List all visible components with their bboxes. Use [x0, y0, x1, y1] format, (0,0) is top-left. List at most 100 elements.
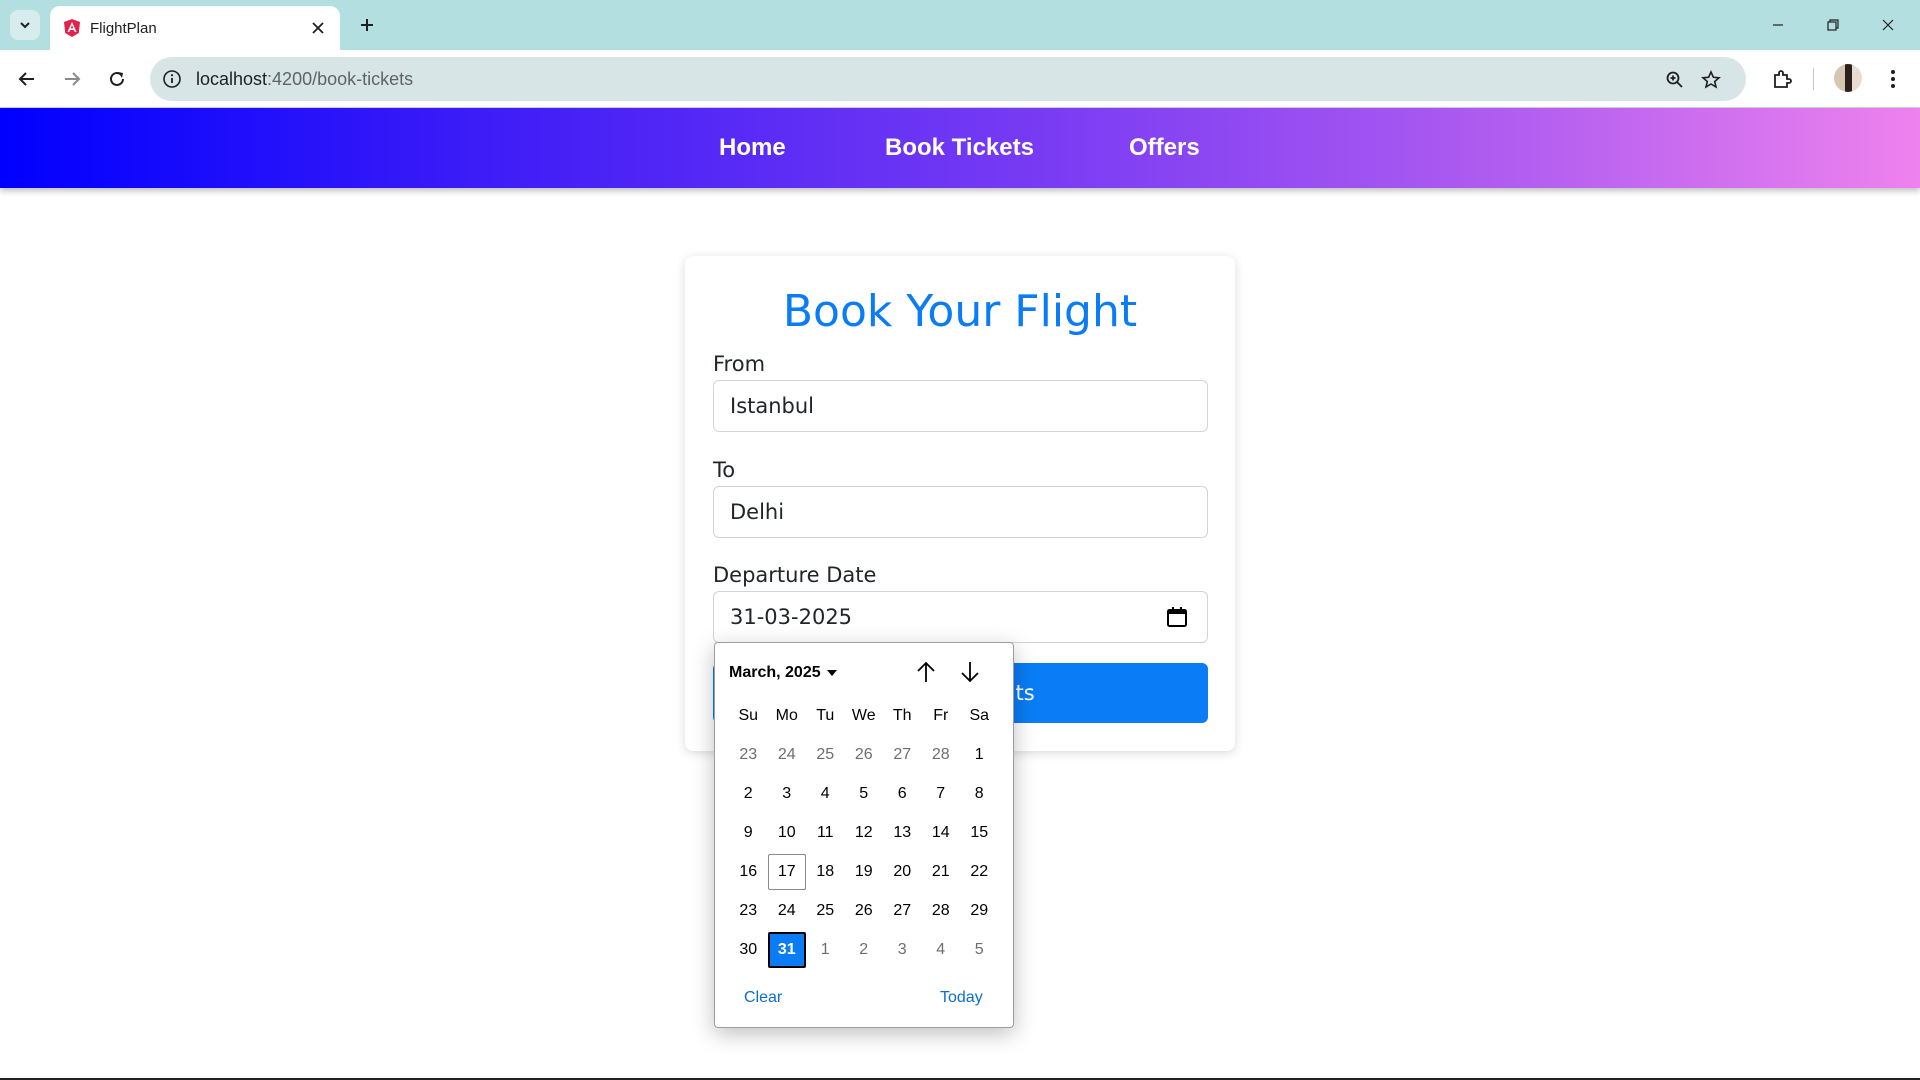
weekday-label: We: [851, 707, 876, 724]
star-icon: [1701, 70, 1721, 89]
calendar-day[interactable]: 25: [806, 737, 845, 773]
to-value: Delhi: [730, 500, 785, 524]
next-month-button[interactable]: [955, 657, 985, 687]
page-title: Book Your Flight: [782, 286, 1138, 337]
calendar-day[interactable]: 26: [845, 893, 884, 929]
calendar-day[interactable]: 25: [806, 893, 845, 929]
site-info-button[interactable]: [160, 67, 184, 91]
browser-toolbar: localhost:4200/book-tickets: [0, 50, 1920, 108]
calendar-day[interactable]: 22: [960, 854, 999, 890]
calendar-day[interactable]: 19: [845, 854, 884, 890]
more-vert-icon: [1891, 70, 1895, 88]
calendar-day-selected[interactable]: 31: [767, 932, 806, 968]
calendar-day[interactable]: 7: [922, 776, 961, 812]
calendar-day[interactable]: 29: [960, 893, 999, 929]
restore-button[interactable]: [1811, 8, 1855, 42]
arrow-left-icon: [18, 72, 34, 86]
weekday-label: Tu: [816, 707, 835, 724]
month-year-select[interactable]: March, 2025: [729, 664, 837, 682]
new-tab-button[interactable]: [352, 10, 382, 40]
calendar-day[interactable]: 6: [883, 776, 922, 812]
calendar-day[interactable]: 5: [960, 932, 999, 968]
today-button[interactable]: Today: [940, 989, 983, 1007]
active-tab[interactable]: FlightPlan: [50, 6, 340, 50]
calendar-day[interactable]: 11: [806, 815, 845, 851]
calendar-day[interactable]: 26: [845, 737, 884, 773]
close-window-button[interactable]: [1866, 8, 1910, 42]
calendar-day[interactable]: 20: [883, 854, 922, 890]
angular-logo-icon: [64, 19, 80, 37]
calendar-day[interactable]: 24: [768, 893, 807, 929]
restore-icon: [1827, 19, 1839, 31]
departure-date-label: Departure Date: [713, 563, 877, 587]
weekday-label: Sa: [969, 707, 990, 724]
calendar-day[interactable]: 10: [768, 815, 807, 851]
calendar-day[interactable]: 14: [922, 815, 961, 851]
calendar-day[interactable]: 15: [960, 815, 999, 851]
zoom-button[interactable]: [1662, 67, 1688, 93]
back-button[interactable]: [12, 64, 42, 94]
calendar-day[interactable]: 2: [845, 932, 884, 968]
calendar-day[interactable]: 24: [768, 737, 807, 773]
from-value: Istanbul: [730, 394, 815, 418]
from-input[interactable]: Istanbul: [713, 380, 1208, 432]
calendar-day[interactable]: 9: [729, 815, 768, 851]
calendar-icon[interactable]: [1165, 605, 1189, 629]
url-path: :4200/book-tickets: [267, 69, 414, 89]
minimize-button[interactable]: [1756, 8, 1800, 42]
chevron-down-icon: [20, 22, 30, 29]
calendar-week: 30 31 1 2 3 4 5: [729, 932, 1001, 968]
address-bar[interactable]: localhost:4200/book-tickets: [150, 57, 1746, 101]
to-label: To: [713, 458, 736, 482]
bookmark-button[interactable]: [1698, 67, 1724, 93]
calendar-day[interactable]: 23: [729, 737, 768, 773]
calendar-day[interactable]: 30: [729, 932, 768, 968]
calendar-day[interactable]: 12: [845, 815, 884, 851]
tab-search-button[interactable]: [10, 10, 40, 40]
arrow-down-icon: [961, 662, 979, 683]
calendar-day[interactable]: 27: [883, 737, 922, 773]
calendar-week: 23 24 25 26 27 28 29: [729, 893, 1001, 929]
calendar-day[interactable]: 8: [960, 776, 999, 812]
calendar-day[interactable]: 3: [883, 932, 922, 968]
calendar-day[interactable]: 21: [922, 854, 961, 890]
weekday-label: Su: [738, 707, 759, 724]
month-year-label: March, 2025: [729, 664, 821, 681]
puzzle-icon: [1774, 70, 1792, 88]
app-navbar: Home Book Tickets Offers: [0, 108, 1920, 188]
calendar-day-today[interactable]: 17: [767, 854, 806, 890]
departure-date-input[interactable]: 31-03-2025: [713, 591, 1208, 643]
calendar-day[interactable]: 28: [922, 893, 961, 929]
nav-link-home[interactable]: Home: [719, 134, 786, 162]
weekday-label: Fr: [933, 707, 949, 724]
browser-tab-strip: FlightPlan: [0, 0, 1920, 50]
minimize-icon: [1773, 24, 1783, 26]
forward-button[interactable]: [57, 64, 87, 94]
arrow-up-icon: [917, 661, 935, 682]
calendar-day[interactable]: 28: [922, 737, 961, 773]
tab-close-button[interactable]: [306, 16, 330, 40]
reload-button[interactable]: [102, 64, 132, 94]
calendar-day[interactable]: 4: [922, 932, 961, 968]
calendar-day[interactable]: 3: [768, 776, 807, 812]
to-input[interactable]: Delhi: [713, 486, 1208, 538]
calendar-day[interactable]: 1: [960, 737, 999, 773]
calendar-day[interactable]: 4: [806, 776, 845, 812]
calendar-day[interactable]: 2: [729, 776, 768, 812]
calendar-day[interactable]: 13: [883, 815, 922, 851]
nav-link-offers[interactable]: Offers: [1129, 134, 1200, 162]
profile-avatar[interactable]: [1834, 64, 1862, 92]
calendar-day[interactable]: 5: [845, 776, 884, 812]
calendar-day[interactable]: 16: [729, 854, 768, 890]
calendar-day[interactable]: 27: [883, 893, 922, 929]
browser-menu-button[interactable]: [1878, 64, 1908, 94]
calendar-week: 2 3 4 5 6 7 8: [729, 776, 1001, 812]
calendar-week: 16 17 18 19 20 21 22: [729, 854, 1001, 890]
calendar-day[interactable]: 23: [729, 893, 768, 929]
calendar-day[interactable]: 18: [806, 854, 845, 890]
clear-date-button[interactable]: Clear: [744, 989, 782, 1007]
calendar-day[interactable]: 1: [806, 932, 845, 968]
extensions-button[interactable]: [1767, 64, 1797, 94]
nav-link-book-tickets[interactable]: Book Tickets: [885, 134, 1034, 162]
previous-month-button[interactable]: [911, 657, 941, 687]
